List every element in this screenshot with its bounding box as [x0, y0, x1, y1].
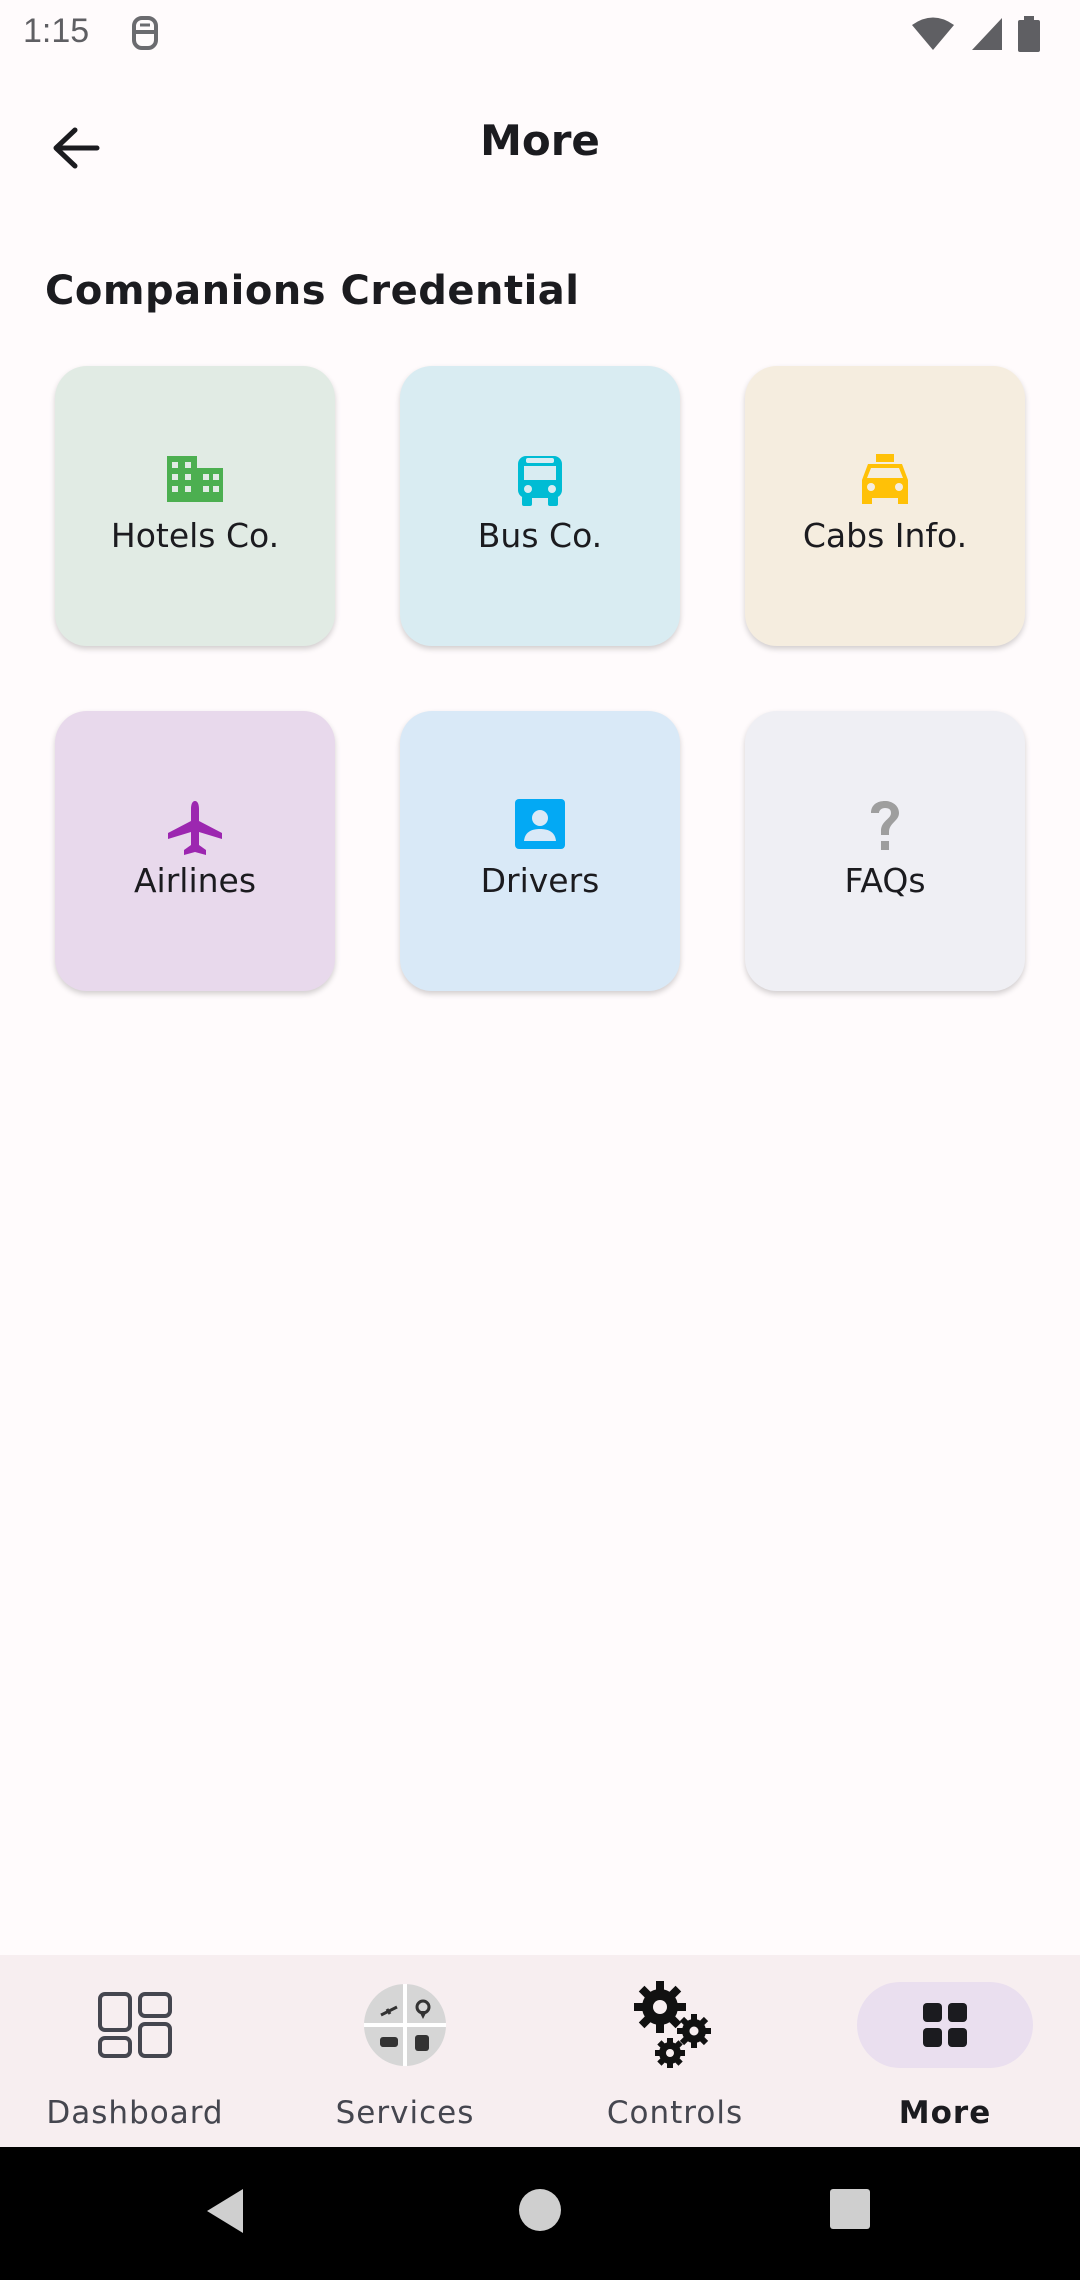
card-label: Airlines [133, 861, 257, 900]
signal-icon [970, 16, 1004, 56]
card-cabs[interactable]: Cabs Info. [745, 366, 1025, 646]
app-bar: More [0, 80, 1080, 208]
airplane-icon [168, 801, 222, 855]
system-back-button[interactable] [203, 2187, 247, 2239]
nav-label: Services [335, 2095, 475, 2131]
card-label: Bus Co. [477, 516, 603, 555]
building-icon [167, 456, 223, 502]
notification-icon [128, 14, 162, 56]
gears-icon [634, 1981, 711, 2068]
question-mark-icon [871, 801, 899, 850]
nav-dashboard[interactable]: Dashboard [0, 1955, 270, 2147]
services-icon [364, 1984, 446, 2066]
bus-icon [518, 456, 562, 506]
dashboard-icon [98, 1992, 172, 2058]
grid-icon [923, 2003, 967, 2047]
square-recents-icon [830, 2189, 870, 2229]
page-title: More [480, 116, 600, 165]
card-airlines[interactable]: Airlines [55, 711, 335, 991]
card-faqs[interactable]: FAQs [745, 711, 1025, 991]
contact-card-icon [515, 799, 565, 849]
nav-label: More [898, 2095, 992, 2131]
status-time: 1:15 [23, 12, 90, 50]
system-recents-button[interactable] [828, 2187, 872, 2235]
section-title: Companions Credential [45, 268, 580, 314]
card-label: Drivers [480, 861, 600, 900]
system-home-button[interactable] [517, 2187, 563, 2237]
nav-label: Controls [606, 2095, 744, 2131]
card-label: Cabs Info. [802, 516, 968, 555]
nav-services[interactable]: Services [270, 1955, 540, 2147]
nav-label: Dashboard [46, 2095, 224, 2131]
card-label: Hotels Co. [110, 516, 280, 555]
triangle-back-icon [207, 2189, 243, 2233]
status-bar: 1:15 [0, 0, 1080, 66]
nav-controls[interactable]: Controls [540, 1955, 810, 2147]
wifi-icon [910, 16, 956, 56]
card-hotels[interactable]: Hotels Co. [55, 366, 335, 646]
taxi-icon [862, 454, 908, 504]
system-navigation-bar [0, 2147, 1080, 2280]
nav-more[interactable]: More [810, 1955, 1080, 2147]
circle-home-icon [519, 2189, 561, 2231]
card-drivers[interactable]: Drivers [400, 711, 680, 991]
battery-icon [1018, 16, 1040, 56]
card-bus[interactable]: Bus Co. [400, 366, 680, 646]
card-label: FAQs [844, 861, 926, 900]
bottom-navigation: Dashboard Services Controls More [0, 1955, 1080, 2147]
active-indicator [857, 1982, 1033, 2068]
